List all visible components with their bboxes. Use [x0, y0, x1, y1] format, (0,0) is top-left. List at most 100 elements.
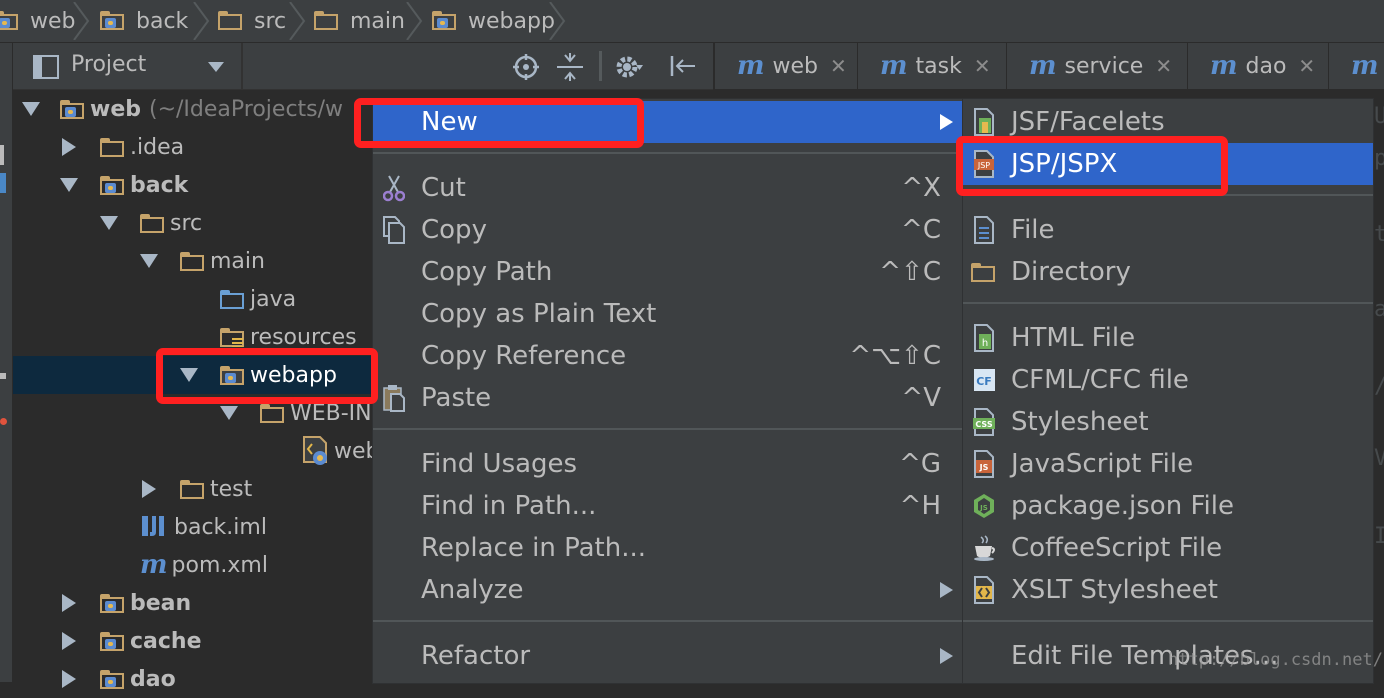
paste-icon [383, 385, 405, 412]
svg-text:h: h [982, 338, 988, 349]
menu-item-find-in-path[interactable]: Find in Path... ^H [373, 485, 963, 527]
chevron-down-icon[interactable] [208, 62, 224, 72]
menu-item-copy[interactable]: Copy ^C [373, 209, 963, 251]
tree-item-java[interactable]: java [220, 280, 296, 318]
expand-arrow-icon[interactable] [140, 254, 158, 268]
collapse-all-icon[interactable] [557, 53, 583, 81]
project-view-selector[interactable]: Project [71, 52, 146, 77]
tree-item-pom-xml[interactable]: m pom.xml [140, 546, 268, 584]
menu-item-label: XSLT Stylesheet [1011, 575, 1218, 605]
submenu-item-coffeescript-file[interactable]: CoffeeScript File [963, 527, 1373, 569]
tree-item-test[interactable]: test [142, 470, 252, 508]
close-icon[interactable]: ✕ [830, 54, 847, 78]
html-file-icon: h [974, 324, 994, 352]
menu-item-cut[interactable]: Cut ^X [373, 167, 963, 209]
breadcrumb-item-main[interactable]: main [314, 0, 405, 42]
breadcrumb-item-src[interactable]: src [218, 0, 286, 42]
menu-item-shortcut: ^⇧C [879, 257, 941, 287]
scissors-icon [383, 175, 405, 202]
tab-overflow[interactable]: m [1328, 43, 1384, 89]
maven-file-icon: m [140, 550, 168, 580]
folder-icon [314, 11, 340, 31]
menu-item-label: Copy [421, 215, 487, 245]
file-icon [974, 216, 994, 244]
submenu-item-directory[interactable]: Directory [963, 251, 1373, 293]
menu-item-label: Refactor [421, 641, 531, 671]
expand-arrow-icon[interactable] [60, 178, 78, 192]
expand-arrow-icon[interactable] [62, 138, 76, 156]
tree-item-back-iml[interactable]: back.iml [140, 508, 267, 546]
close-icon[interactable]: ✕ [1298, 54, 1315, 78]
tab-task[interactable]: m task ✕ [857, 43, 1006, 89]
expand-arrow-icon[interactable] [220, 406, 238, 420]
menu-item-replace-in-path[interactable]: Replace in Path... [373, 527, 963, 569]
tab-web[interactable]: m web ✕ [714, 43, 857, 89]
breadcrumb-label: main [350, 8, 405, 34]
submenu-item-package-json-file[interactable]: JS package.json File [963, 485, 1373, 527]
menu-item-label: Copy Path [421, 257, 553, 287]
menu-item-label: Paste [421, 383, 492, 413]
tree-item-idea[interactable]: .idea [62, 128, 184, 166]
expand-arrow-icon[interactable] [100, 216, 118, 230]
svg-text:JS: JS [979, 463, 989, 472]
tree-item-bean[interactable]: bean [62, 584, 191, 622]
hide-panel-icon[interactable] [669, 54, 695, 78]
expand-arrow-icon[interactable] [22, 102, 40, 116]
tree-item-src[interactable]: src [100, 204, 202, 242]
tree-item-web-xml[interactable]: web [302, 432, 380, 470]
tab-label: task [915, 53, 962, 79]
menu-item-shortcut: ^H [899, 491, 941, 521]
menu-item-analyze[interactable]: Analyze [373, 569, 963, 611]
tree-item-cache[interactable]: cache [62, 622, 202, 660]
chevron-separator-icon [73, 2, 90, 40]
tree-item-back[interactable]: back [60, 166, 188, 204]
menu-item-refactor[interactable]: Refactor [373, 635, 963, 677]
breadcrumb: web back src main webapp [0, 0, 1384, 43]
expand-arrow-icon[interactable] [62, 632, 76, 650]
menu-item-label: File [1011, 215, 1055, 245]
submenu-arrow-icon [940, 648, 953, 664]
tab-dao[interactable]: m dao ✕ [1187, 43, 1328, 89]
iml-file-icon [142, 516, 164, 536]
tree-item-dao[interactable]: dao [62, 660, 176, 698]
tree-item-main[interactable]: main [140, 242, 265, 280]
breadcrumb-item-webapp[interactable]: webapp [432, 0, 555, 42]
folder-icon [100, 11, 126, 31]
locate-icon[interactable] [513, 54, 539, 80]
submenu-item-html-file[interactable]: h HTML File [963, 317, 1373, 359]
tree-item-path: (~/IdeaProjects/w [149, 96, 344, 122]
module-folder-icon [60, 99, 84, 119]
expand-arrow-icon[interactable] [142, 480, 156, 498]
breadcrumb-item-web[interactable]: web [0, 0, 76, 42]
expand-arrow-icon[interactable] [62, 670, 76, 688]
submenu-item-file[interactable]: File [963, 209, 1373, 251]
tree-item-label: WEB-IN [290, 400, 372, 426]
breadcrumb-item-back[interactable]: back [100, 0, 188, 42]
submenu-item-stylesheet[interactable]: CSS Stylesheet [963, 401, 1373, 443]
tab-label: dao [1245, 53, 1287, 79]
project-panel-header: Project [13, 43, 713, 90]
menu-item-copy-as-plain-text[interactable]: Copy as Plain Text [373, 293, 963, 335]
menu-item-copy-path[interactable]: Copy Path ^⇧C [373, 251, 963, 293]
menu-item-paste[interactable]: Paste ^V [373, 377, 963, 419]
close-icon[interactable]: ✕ [1155, 54, 1172, 78]
tab-service[interactable]: m service ✕ [1006, 43, 1187, 89]
jsf-file-icon [974, 108, 994, 136]
tree-item-web[interactable]: web (~/IdeaProjects/w [22, 90, 343, 128]
project-icon [33, 55, 59, 79]
menu-item-find-usages[interactable]: Find Usages ^G [373, 443, 963, 485]
submenu-item-javascript-file[interactable]: JS JavaScript File [963, 443, 1373, 485]
expand-arrow-icon[interactable] [62, 594, 76, 612]
copy-icon [383, 216, 405, 244]
submenu-item-xslt-stylesheet[interactable]: XSLT Stylesheet [963, 569, 1373, 611]
nodejs-icon: JS [974, 494, 994, 518]
maven-module-icon: m [737, 51, 765, 81]
close-icon[interactable]: ✕ [974, 54, 991, 78]
menu-item-shortcut: ^V [901, 383, 941, 413]
submenu-item-cfml-cfc-file[interactable]: CF CFML/CFC file [963, 359, 1373, 401]
gear-icon[interactable] [615, 54, 643, 80]
tree-item-label: src [170, 210, 203, 236]
breadcrumb-label: src [254, 8, 287, 34]
menu-item-copy-reference[interactable]: Copy Reference ^⌥⇧C [373, 335, 963, 377]
tree-item-label: bean [130, 590, 192, 616]
